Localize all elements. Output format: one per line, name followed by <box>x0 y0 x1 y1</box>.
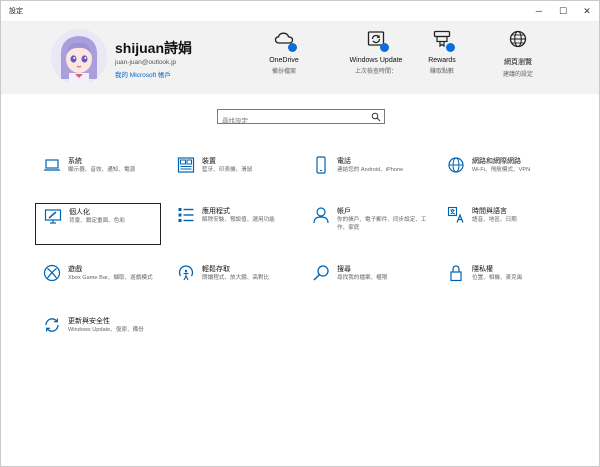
keyboard-icon <box>177 157 195 173</box>
quick-link-title: OneDrive <box>269 57 299 64</box>
user-name: shijuan詩娟 <box>115 40 193 56</box>
category-desc: Xbox Game Bar、擷取、遊戲模式 <box>68 275 153 281</box>
category-accounts[interactable]: 帳戶 你的帳戶、電子郵件、同步設定、工作、家庭 <box>304 203 430 245</box>
category-network[interactable]: 網路和網際網路 Wi-Fi、飛航模式、VPN <box>439 153 565 195</box>
globe-icon <box>508 29 528 49</box>
category-privacy[interactable]: 隱私權 位置、相機、麥克風 <box>439 261 565 303</box>
window-title: 設定 <box>9 8 23 15</box>
category-title: 個人化 <box>69 209 90 216</box>
category-title: 輕鬆存取 <box>202 266 230 273</box>
category-phone[interactable]: 電話 連結您的 Android、iPhone <box>304 153 430 195</box>
sync-icon <box>45 318 59 332</box>
quick-link-subtitle: 賺取點數 <box>429 69 454 75</box>
category-time-language[interactable]: 時間與語言 語音、地區、日期 <box>439 203 565 245</box>
category-title: 更新與安全性 <box>68 318 110 325</box>
category-title: 應用程式 <box>202 208 230 215</box>
laptop-icon <box>44 159 60 171</box>
search-icon <box>313 265 329 281</box>
category-devices[interactable]: 裝置 藍牙、印表機、滑鼠 <box>169 153 295 195</box>
category-title: 時間與語言 <box>472 208 507 215</box>
category-title: 隱私權 <box>472 266 493 273</box>
phone-icon <box>316 156 326 174</box>
user-email: juan-juan@outlook.jp <box>115 59 177 66</box>
category-title: 網路和網際網路 <box>472 158 521 165</box>
quick-link-browsing[interactable]: 網頁瀏覽 建議的設定 <box>478 29 558 78</box>
quick-link-rewards[interactable]: Rewards 賺取點數 <box>402 29 482 75</box>
category-desc: 藍牙、印表機、滑鼠 <box>202 167 253 173</box>
avatar[interactable] <box>51 29 107 85</box>
settings-search-box[interactable] <box>217 109 385 128</box>
accessibility-icon <box>178 265 194 281</box>
account-header: shijuan詩娟 juan-juan@outlook.jp 我的 Micros… <box>1 21 599 94</box>
category-desc: 位置、相機、麥克風 <box>472 275 523 281</box>
category-title: 電話 <box>337 158 351 165</box>
category-desc: 連結您的 Android、iPhone <box>337 167 404 173</box>
maximize-button[interactable]: ☐ <box>551 1 575 21</box>
cloud-icon <box>274 29 297 52</box>
category-personalization[interactable]: 個人化 背景、鎖定畫面、色彩 <box>35 203 161 245</box>
category-desc: 尋找我的檔案、權限 <box>337 275 388 281</box>
lock-icon <box>450 265 462 282</box>
category-title: 遊戲 <box>68 266 82 273</box>
globe-icon <box>448 157 464 173</box>
category-title: 系統 <box>68 158 82 165</box>
status-dot <box>446 43 455 52</box>
category-title: 帳戶 <box>337 208 351 215</box>
quick-link-onedrive[interactable]: OneDrive 備份檔案 <box>244 29 324 75</box>
category-desc: Wi-Fi、飛航模式、VPN <box>472 167 531 173</box>
status-dot <box>380 43 389 52</box>
rewards-icon <box>432 29 455 52</box>
category-desc: 語音、地區、日期 <box>472 217 517 223</box>
category-system[interactable]: 系統 顯示器、音效、通知、電源 <box>35 153 161 195</box>
category-desc: 你的帳戶、電子郵件、同步設定、工作、家庭 <box>337 217 427 231</box>
xbox-icon <box>43 264 61 282</box>
apps-icon <box>178 208 194 222</box>
category-desc: Windows Update、復原、備份 <box>68 327 144 333</box>
category-apps[interactable]: 應用程式 解除安裝、預設值、選用功能 <box>169 203 295 245</box>
category-update-security[interactable]: 更新與安全性 Windows Update、復原、備份 <box>35 313 161 355</box>
category-title: 裝置 <box>202 158 216 165</box>
quick-link-subtitle: 備份檔案 <box>271 69 296 75</box>
search-icon[interactable] <box>371 112 381 122</box>
category-desc: 顯示器、音效、通知、電源 <box>68 167 136 173</box>
category-ease-of-access[interactable]: 輕鬆存取 朗讀程式、放大鏡、高對比 <box>169 261 295 303</box>
title-bar: 設定 ─ ☐ ✕ <box>1 1 599 21</box>
search-input[interactable] <box>218 115 362 128</box>
category-title: 搜尋 <box>337 266 351 273</box>
quick-link-title: 網頁瀏覽 <box>504 59 532 66</box>
quick-link-subtitle: 建議的設定 <box>502 72 533 78</box>
minimize-button[interactable]: ─ <box>527 1 551 21</box>
microsoft-account-link[interactable]: 我的 Microsoft 帳戶 <box>115 69 171 79</box>
time-language-icon <box>447 206 464 223</box>
update-icon <box>366 29 389 52</box>
person-icon <box>313 207 329 224</box>
close-button[interactable]: ✕ <box>575 1 599 21</box>
settings-window: 設定 ─ ☐ ✕ shijuan詩娟 juan-juan@outlook.jp … <box>0 0 600 467</box>
status-dot <box>288 43 297 52</box>
category-desc: 解除安裝、預設值、選用功能 <box>202 217 275 223</box>
category-desc: 朗讀程式、放大鏡、高對比 <box>202 275 270 281</box>
category-gaming[interactable]: 遊戲 Xbox Game Bar、擷取、遊戲模式 <box>35 261 161 303</box>
personalization-icon <box>44 209 62 224</box>
quick-link-title: Rewards <box>428 57 456 64</box>
category-search[interactable]: 搜尋 尋找我的檔案、權限 <box>304 261 430 303</box>
category-desc: 背景、鎖定畫面、色彩 <box>69 218 125 224</box>
